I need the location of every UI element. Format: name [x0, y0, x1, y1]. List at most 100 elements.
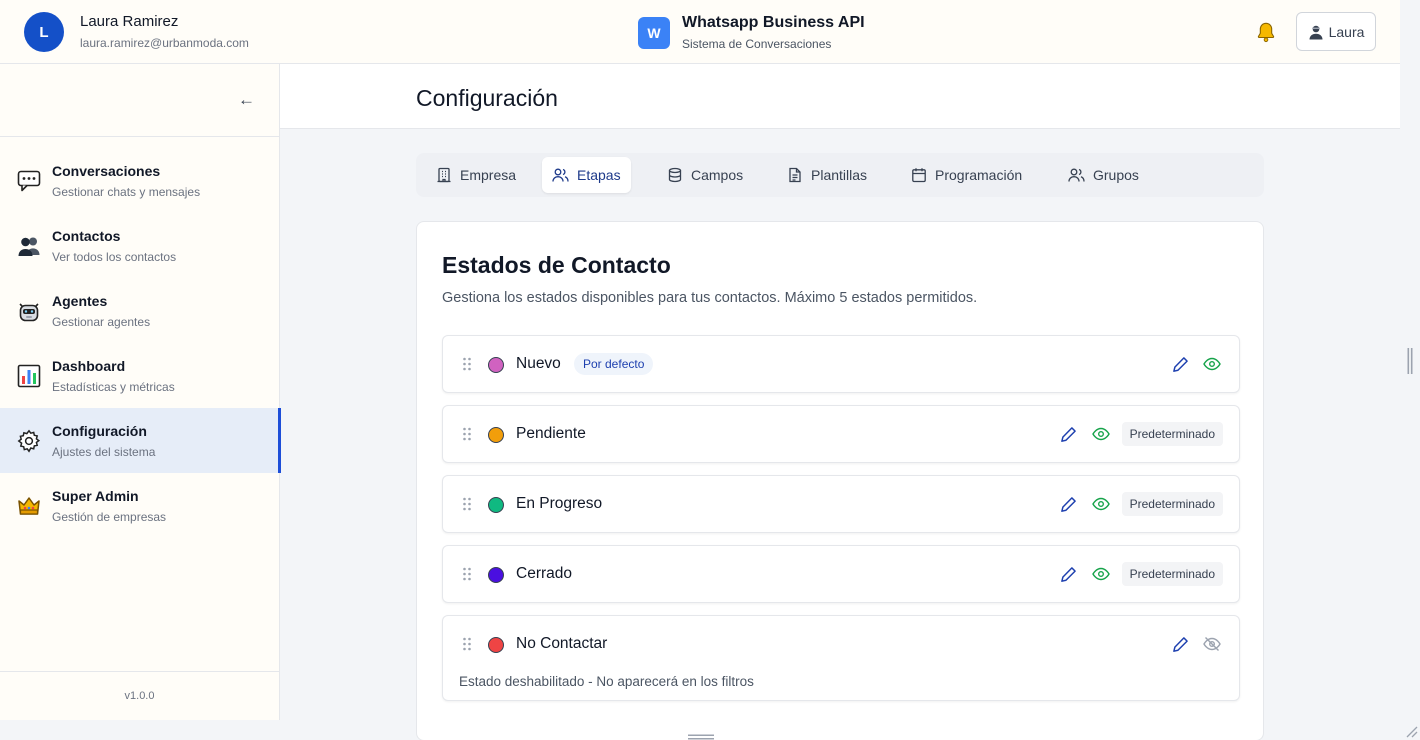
brand-logo: W [638, 16, 670, 49]
users-icon [552, 168, 569, 182]
splitter-handle[interactable] [1407, 348, 1413, 374]
state-color-dot [488, 497, 504, 513]
predefined-tag: Predeterminado [1121, 492, 1223, 516]
page-title: Configuración [416, 85, 558, 111]
tab-campos[interactable]: Campos [657, 157, 753, 193]
top-header: L Laura Ramirez laura.ramirez@urbanmoda.… [0, 0, 1400, 64]
tab-empresa[interactable]: Empresa [426, 157, 526, 193]
state-color-dot [488, 427, 504, 443]
state-item-cerrado: Cerrado Predeterminado [442, 545, 1240, 603]
user-icon [1309, 25, 1323, 39]
state-item-no-contactar: No Contactar Estado deshabilitado - No a… [442, 615, 1240, 701]
sidebar: ← Conversaciones Gestionar chats y mensa… [0, 64, 281, 720]
tab-label: Etapas [577, 167, 621, 183]
people-icon [17, 234, 41, 258]
nav-label: Super Admin [52, 487, 139, 504]
bar-chart-icon [17, 364, 41, 388]
drag-handle-icon[interactable] [462, 357, 472, 376]
state-name: No Contactar [516, 635, 608, 652]
nav-description: Estadísticas y métricas [52, 379, 175, 394]
state-name: Pendiente [516, 425, 586, 442]
tab-label: Programación [935, 167, 1023, 183]
app-version: v1.0.0 [0, 671, 279, 720]
tab-programacion[interactable]: Programación [901, 157, 1032, 193]
state-name: Nuevo [516, 355, 561, 372]
sidebar-item-dashboard[interactable]: Dashboard Estadísticas y métricas [0, 343, 280, 408]
drag-handle-icon[interactable] [462, 567, 472, 586]
eye-icon[interactable] [1090, 563, 1112, 585]
state-color-dot [488, 357, 504, 373]
nav-label: Agentes [52, 292, 108, 309]
user-name: Laura Ramirez [80, 13, 179, 30]
avatar[interactable]: L [24, 12, 64, 52]
state-item-nuevo: Nuevo Por defecto [442, 335, 1240, 393]
states-card: Estados de Contacto Gestiona los estados… [416, 221, 1264, 740]
bottom-resize-handle[interactable] [688, 727, 714, 740]
sidebar-item-agentes[interactable]: Agentes Gestionar agentes [0, 278, 280, 343]
file-icon [789, 167, 801, 183]
tab-label: Grupos [1093, 167, 1139, 183]
users-icon [1068, 168, 1085, 182]
drag-handle-icon[interactable] [462, 497, 472, 516]
nav-description: Gestión de empresas [52, 509, 167, 524]
user-menu-label: Laura [1328, 23, 1365, 40]
resize-corner-icon[interactable] [1404, 724, 1418, 738]
settings-tabs: Empresa Etapas Campos Plantillas Program… [416, 153, 1264, 197]
edit-icon[interactable] [1058, 423, 1080, 445]
predefined-tag: Predeterminado [1121, 562, 1223, 586]
state-name: Cerrado [516, 565, 572, 582]
edit-icon[interactable] [1169, 633, 1191, 655]
sidebar-item-super-admin[interactable]: Super Admin Gestión de empresas [0, 473, 280, 538]
brand: W Whatsapp Business API Sistema de Conve… [638, 13, 865, 52]
drag-handle-icon[interactable] [462, 427, 472, 446]
tab-grupos[interactable]: Grupos [1058, 157, 1149, 193]
state-color-dot [488, 567, 504, 583]
edit-icon[interactable] [1058, 563, 1080, 585]
database-icon [668, 167, 682, 183]
gear-icon [17, 429, 41, 453]
eye-icon[interactable] [1201, 353, 1223, 375]
sidebar-nav: Conversaciones Gestionar chats y mensaje… [0, 148, 281, 538]
tab-label: Campos [691, 167, 744, 183]
state-item-pendiente: Pendiente Predeterminado [442, 405, 1240, 463]
brand-title: Whatsapp Business API [682, 14, 865, 31]
tab-label: Empresa [460, 167, 517, 183]
page-header: Configuración [280, 64, 1400, 129]
robot-icon [17, 299, 41, 323]
predefined-tag: Predeterminado [1121, 422, 1223, 446]
nav-description: Gestionar agentes [52, 314, 151, 329]
state-note: Estado deshabilitado - No aparecerá en l… [459, 674, 754, 689]
nav-description: Gestionar chats y mensajes [52, 184, 201, 199]
eye-off-icon[interactable] [1201, 633, 1223, 655]
brand-subtitle: Sistema de Conversaciones [682, 37, 832, 51]
nav-label: Conversaciones [52, 162, 161, 179]
eye-icon[interactable] [1090, 423, 1112, 445]
tab-label: Plantillas [811, 167, 868, 183]
tab-plantillas[interactable]: Plantillas [777, 157, 877, 193]
bell-icon[interactable] [1255, 21, 1277, 43]
sidebar-item-conversaciones[interactable]: Conversaciones Gestionar chats y mensaje… [0, 148, 280, 213]
sidebar-item-contactos[interactable]: Contactos Ver todos los contactos [0, 213, 280, 278]
edit-icon[interactable] [1058, 493, 1080, 515]
eye-icon[interactable] [1090, 493, 1112, 515]
crown-icon [17, 494, 41, 518]
speech-bubble-icon [17, 169, 41, 193]
drag-handle-icon[interactable] [462, 637, 472, 656]
state-name: En Progreso [516, 495, 603, 512]
tab-etapas[interactable]: Etapas [542, 157, 631, 193]
calendar-icon [912, 168, 926, 183]
state-item-en-progreso: En Progreso Predeterminado [442, 475, 1240, 533]
building-icon [437, 167, 451, 183]
state-color-dot [488, 637, 504, 653]
user-email: laura.ramirez@urbanmoda.com [80, 36, 249, 50]
collapse-sidebar-button[interactable]: ← [238, 90, 255, 110]
sidebar-item-configuracion[interactable]: Configuración Ajustes del sistema [0, 408, 281, 473]
nav-label: Dashboard [52, 357, 126, 374]
card-description: Gestiona los estados disponibles para tu… [442, 290, 978, 306]
edit-icon[interactable] [1169, 353, 1191, 375]
nav-label: Configuración [52, 422, 147, 439]
user-menu-button[interactable]: Laura [1296, 12, 1376, 51]
nav-description: Ver todos los contactos [52, 249, 177, 264]
card-title: Estados de Contacto [442, 252, 671, 278]
nav-description: Ajustes del sistema [52, 444, 156, 459]
